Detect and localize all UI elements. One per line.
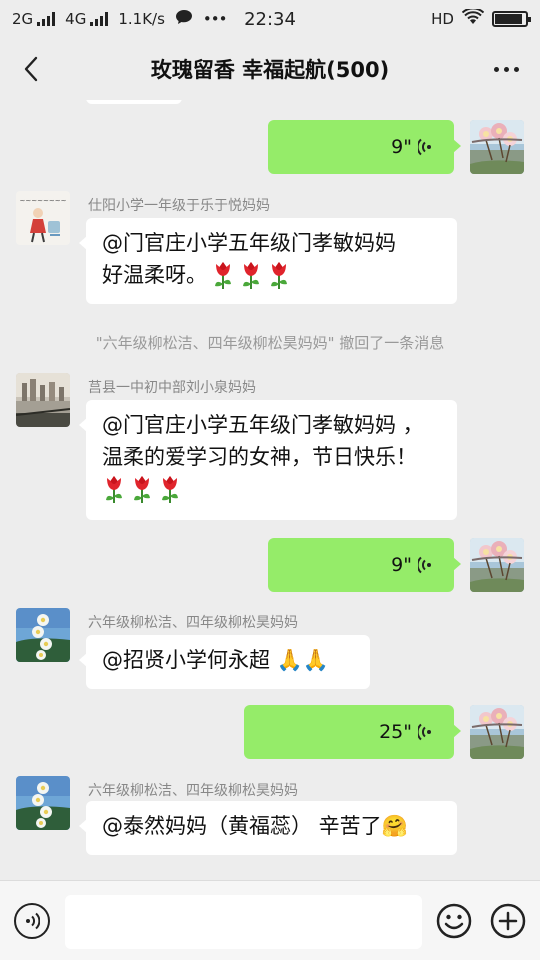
plus-button[interactable] — [490, 903, 526, 939]
text-message-bubble[interactable]: @招贤小学何永超 🙏🙏 — [79, 635, 370, 689]
sender-name: 仕阳小学一年级于乐于悦妈妈 — [88, 198, 270, 214]
sender-avatar[interactable] — [16, 776, 70, 830]
voice-duration: 9" — [391, 554, 412, 576]
message-line: 好温柔呀。 — [102, 263, 207, 287]
tulip-emoji-icon — [105, 475, 123, 504]
voice-wave-icon — [418, 138, 432, 156]
battery-icon — [492, 11, 531, 27]
tulip-emoji-icon — [270, 261, 288, 290]
voice-message-bubble[interactable]: 9" — [268, 538, 461, 592]
message-line-with-emoji: 好温柔呀。 — [102, 259, 441, 291]
emoji-icon — [436, 903, 472, 939]
sender-name: 六年级柳松洁、四年级柳松昊妈妈 — [88, 615, 298, 631]
previous-message-bubble — [86, 100, 182, 104]
tulip-emoji-icon — [214, 261, 232, 290]
more-dots-icon — [493, 66, 499, 72]
svg-text:~~~~~~~~: ~~~~~~~~ — [20, 197, 67, 205]
sender-avatar[interactable] — [16, 608, 70, 662]
message-input[interactable] — [65, 895, 422, 949]
status-bar: 2G 4G 1.1K/s ••• 22:34 HD — [0, 0, 540, 38]
voice-wave-icon — [418, 556, 432, 574]
input-bar — [0, 880, 540, 960]
my-avatar[interactable] — [470, 120, 524, 174]
tulip-emoji-icon — [161, 475, 179, 504]
back-arrow-icon — [24, 56, 38, 82]
back-button[interactable] — [14, 52, 48, 86]
sender-avatar[interactable]: ~~~~~~~~ — [16, 191, 70, 245]
voice-message-bubble[interactable]: 9" — [268, 120, 461, 174]
more-button[interactable] — [486, 52, 526, 86]
network-speed: 1.1K/s — [118, 10, 165, 28]
text-message-bubble[interactable]: @泰然妈妈（黄福蕊） 辛苦了🤗 — [79, 801, 457, 855]
plus-icon — [490, 903, 526, 939]
status-right: HD — [431, 7, 531, 29]
network-4g-label: 4G — [65, 10, 87, 28]
hd-label: HD — [431, 10, 454, 28]
status-left: 2G 4G 1.1K/s ••• — [12, 9, 228, 29]
sender-name: 六年级柳松洁、四年级柳松昊妈妈 — [88, 783, 298, 799]
voice-duration: 9" — [391, 136, 412, 158]
message-icon — [175, 9, 193, 29]
chat-header: 玫瑰留香 幸福起航(500) — [0, 38, 540, 100]
message-line: @门官庄小学五年级门孝敏妈妈 — [102, 231, 396, 255]
voice-duration: 25" — [379, 721, 412, 743]
signal-icon — [37, 12, 56, 26]
recall-notice: "六年级柳松洁、四年级柳松昊妈妈" 撤回了一条消息 — [95, 334, 445, 352]
chat-area[interactable]: 9" ~~~~~~~~ 仕阳小学一年级于乐于悦妈妈 @门官庄小学五年级门孝敏妈妈… — [0, 100, 540, 880]
emoji-button[interactable] — [436, 903, 472, 939]
emoji-row — [102, 473, 441, 505]
my-avatar[interactable] — [470, 705, 524, 759]
tulip-emoji-icon — [133, 475, 151, 504]
voice-wave-icon — [418, 723, 432, 741]
sender-avatar[interactable] — [16, 373, 70, 427]
message-line: @门官庄小学五年级门孝敏妈妈 ， — [102, 413, 424, 437]
chat-title: 玫瑰留香 幸福起航(500) — [150, 58, 390, 82]
sender-name: 莒县一中初中部刘小泉妈妈 — [88, 380, 256, 396]
text-message-bubble[interactable]: @门官庄小学五年级门孝敏妈妈 ， 温柔的爱学习的女神，节日快乐！ — [79, 400, 457, 520]
tulip-emoji-icon — [242, 261, 260, 290]
my-avatar[interactable] — [470, 538, 524, 592]
message-line: 温柔的爱学习的女神，节日快乐！ — [102, 445, 417, 469]
message-line: @泰然妈妈（黄福蕊） 辛苦了🤗 — [102, 814, 408, 838]
message-line: @招贤小学何永超 🙏🙏 — [102, 648, 329, 672]
signal-icon — [90, 12, 109, 26]
text-message-bubble[interactable]: @门官庄小学五年级门孝敏妈妈 好温柔呀。 — [79, 218, 457, 304]
voice-message-bubble[interactable]: 25" — [244, 705, 461, 759]
network-2g-label: 2G — [12, 10, 34, 28]
voice-input-icon — [25, 912, 40, 930]
voice-input-button[interactable] — [14, 903, 50, 939]
more-status-icon: ••• — [202, 10, 228, 28]
wifi-icon — [461, 7, 485, 29]
